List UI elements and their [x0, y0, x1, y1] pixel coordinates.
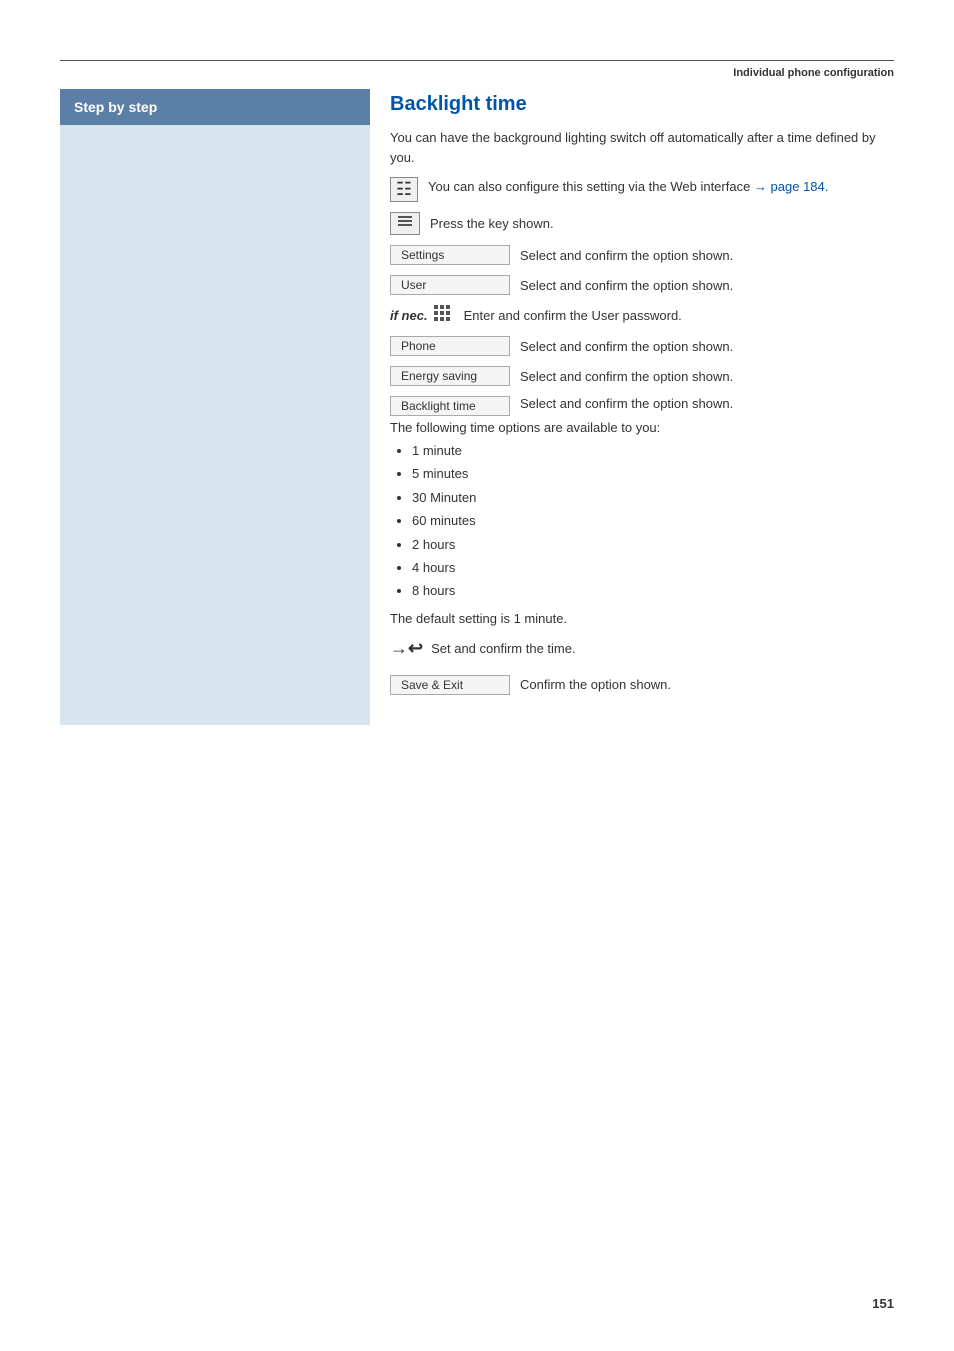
save-exit-text: Confirm the option shown. [520, 677, 671, 692]
phone-row: Phone Select and confirm the option show… [390, 336, 894, 356]
web-note-text: You can also configure this setting via … [428, 177, 828, 197]
header-title: Individual phone configuration [733, 67, 894, 79]
page-number: 151 [872, 1296, 894, 1311]
page-ref: page 184. [771, 179, 829, 194]
list-item: 30 Minuten [412, 486, 894, 509]
set-time-row: →↩ Set and confirm the time. [390, 638, 894, 659]
sidebar-body [60, 125, 370, 725]
keypad-icon [434, 305, 454, 326]
backlight-time-row: Backlight time Select and confirm the op… [390, 396, 894, 416]
energy-saving-text: Select and confirm the option shown. [520, 369, 733, 384]
page-header: Individual phone configuration [60, 67, 894, 79]
list-item: 5 minutes [412, 462, 894, 485]
page-container: Individual phone configuration Step by s… [0, 0, 954, 1351]
if-nec-label: if nec. [390, 308, 428, 323]
arrow-return-icon: →↩ [390, 638, 423, 659]
press-key-row: Press the key shown. [390, 212, 894, 235]
phone-text: Select and confirm the option shown. [520, 339, 733, 354]
list-item: 8 hours [412, 579, 894, 602]
settings-text: Select and confirm the option shown. [520, 248, 733, 263]
full-layout: Step by step Backlight time You can have… [60, 89, 894, 725]
time-options-intro: The following time options are available… [390, 420, 894, 435]
list-item: 4 hours [412, 556, 894, 579]
time-options-list: 1 minute 5 minutes 30 Minuten 60 minutes… [390, 439, 894, 603]
menu-lines-icon [397, 215, 413, 229]
settings-row: Settings Select and confirm the option s… [390, 245, 894, 265]
keypad-dots-icon [434, 305, 454, 321]
user-text: Select and confirm the option shown. [520, 278, 733, 293]
if-nec-text: Enter and confirm the User password. [464, 308, 682, 323]
user-row: User Select and confirm the option shown… [390, 275, 894, 295]
press-key-text: Press the key shown. [430, 216, 554, 231]
web-note-row: ☷ You can also configure this setting vi… [390, 177, 894, 202]
list-item: 1 minute [412, 439, 894, 462]
default-setting-text: The default setting is 1 minute. [390, 611, 894, 626]
list-item: 60 minutes [412, 509, 894, 532]
if-nec-row: if nec. Enter and confir [390, 305, 894, 326]
energy-saving-option: Energy saving [390, 366, 510, 386]
press-key-icon [390, 212, 420, 235]
backlight-time-option: Backlight time [390, 396, 510, 416]
list-item: 2 hours [412, 533, 894, 556]
save-exit-option: Save & Exit [390, 675, 510, 695]
step-by-step-label: Step by step [74, 99, 157, 115]
save-exit-row: Save & Exit Confirm the option shown. [390, 675, 894, 695]
step-by-step-header: Step by step [60, 89, 370, 125]
set-time-text: Set and confirm the time. [431, 641, 576, 656]
settings-option: Settings [390, 245, 510, 265]
backlight-time-text: Select and confirm the option shown. [520, 396, 733, 411]
web-icon: ☷ [390, 177, 418, 202]
right-content: Backlight time You can have the backgrou… [370, 89, 894, 725]
user-option: User [390, 275, 510, 295]
energy-saving-row: Energy saving Select and confirm the opt… [390, 366, 894, 386]
section-title: Backlight time [390, 93, 894, 116]
header-divider [60, 60, 894, 61]
time-options-section: The following time options are available… [390, 420, 894, 603]
left-sidebar: Step by step [60, 89, 370, 725]
phone-option: Phone [390, 336, 510, 356]
intro-text: You can have the background lighting swi… [390, 128, 894, 167]
